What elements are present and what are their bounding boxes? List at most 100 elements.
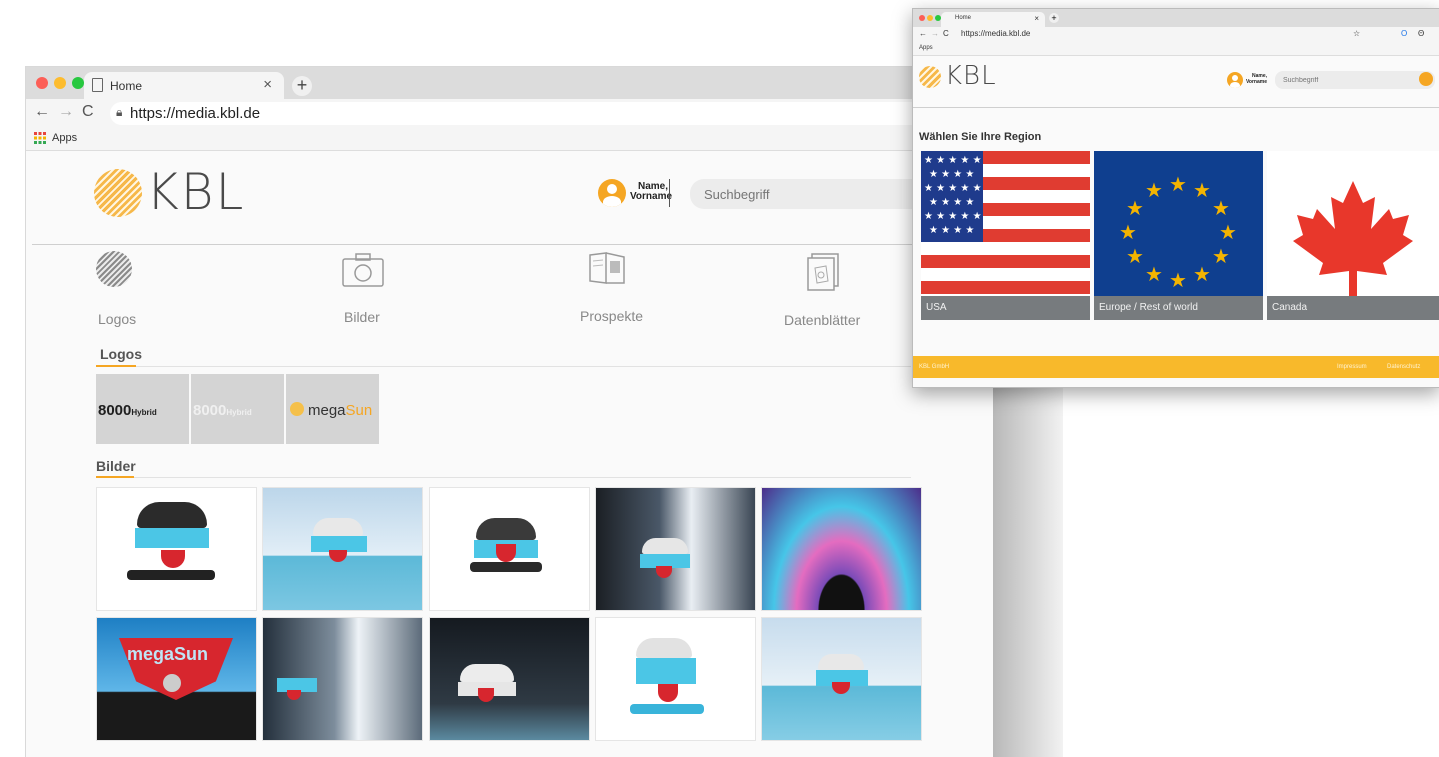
category-bilder[interactable]: Bilder [344, 309, 380, 325]
reload-icon[interactable]: C [82, 103, 94, 121]
maple-leaf-icon [1267, 151, 1439, 320]
user-first-name: Vorname [630, 191, 673, 202]
logos-category-icon[interactable] [96, 251, 132, 287]
footer-datenschutz-link[interactable]: Datenschutz [1387, 364, 1420, 370]
user-avatar-icon[interactable] [1227, 72, 1243, 88]
page-icon [92, 78, 103, 92]
apps-link[interactable]: Apps [52, 132, 77, 144]
logo-tile-number: 8000 [193, 402, 227, 419]
forward-arrow-icon[interactable]: → [931, 29, 939, 38]
svg-text:★ ★ ★ ★: ★ ★ ★ ★ [929, 169, 974, 180]
close-tab-icon[interactable]: × [1034, 14, 1039, 23]
close-window-icon[interactable] [36, 77, 48, 89]
region-canada-card[interactable]: Canada [1267, 151, 1439, 320]
image-tile[interactable] [595, 617, 756, 741]
image-tile[interactable] [429, 617, 590, 741]
page-content: KBL Name, Vorname Logos Bilder Prospekte [26, 151, 993, 757]
back-arrow-icon[interactable]: ← [919, 29, 927, 38]
category-datenblaetter[interactable]: Datenblätter [784, 312, 860, 328]
close-window-icon[interactable] [919, 15, 925, 21]
url-text[interactable]: https://media.kbl.de [961, 29, 1030, 38]
logo-tile-suffix: Hybrid [131, 408, 157, 417]
image-tile[interactable] [761, 487, 922, 611]
tab-title: Home [110, 79, 143, 93]
footer-company: KBL GmbH [919, 364, 950, 370]
header-divider [32, 244, 993, 245]
tab-strip: Home × + [26, 67, 993, 99]
back-arrow-icon[interactable]: ← [34, 103, 50, 121]
megasun-overlay-text: megaSun [127, 644, 209, 664]
region-heading: Wählen Sie Ihre Region [919, 131, 1042, 143]
datasheet-icon[interactable] [806, 253, 840, 291]
divider [669, 179, 670, 207]
tab-title: Home [955, 15, 972, 21]
header-divider [913, 107, 1439, 108]
svg-text:★: ★ [1193, 178, 1211, 202]
user-avatar-icon[interactable] [598, 179, 626, 207]
kbl-logo-text[interactable]: KBL [945, 61, 997, 91]
image-tile[interactable] [595, 487, 756, 611]
forward-arrow-icon[interactable]: → [58, 103, 74, 121]
category-logos[interactable]: Logos [98, 311, 136, 327]
minimize-window-icon[interactable] [54, 77, 66, 89]
image-tile[interactable] [262, 617, 423, 741]
minimize-window-icon[interactable] [927, 15, 933, 21]
image-tile[interactable]: megaSun [96, 617, 257, 741]
svg-text:★: ★ [1145, 262, 1163, 286]
region-europe-card[interactable]: ★ ★ ★ ★ ★ ★ ★ ★ ★ ★ ★ ★ Europe / Rest of… [1094, 151, 1263, 320]
logo-tile-text: 8000Hybrid [98, 402, 157, 419]
address-bar: ← → C https://media.kbl.de ☆ O Θ [913, 27, 1439, 43]
kbl-logo-icon[interactable] [94, 169, 142, 217]
account-icon[interactable]: Θ [1418, 29, 1424, 38]
bookmarks-bar: Apps [26, 128, 993, 151]
svg-text:★: ★ [1212, 244, 1230, 268]
apps-grid-icon[interactable] [34, 132, 46, 144]
bookmarks-bar: Apps [913, 43, 1439, 56]
svg-text:★ ★ ★ ★ ★: ★ ★ ★ ★ ★ [924, 211, 982, 222]
category-prospekte[interactable]: Prospekte [580, 308, 643, 324]
apps-link[interactable]: Apps [919, 45, 933, 51]
search-input[interactable] [1275, 71, 1435, 89]
svg-text:★: ★ [1126, 196, 1144, 220]
image-tile[interactable] [96, 487, 257, 611]
region-europe-label: Europe / Rest of world [1094, 296, 1263, 320]
bookmark-star-icon[interactable]: ☆ [1353, 29, 1360, 38]
reload-icon[interactable]: C [943, 29, 949, 38]
user-name[interactable]: Name, Vorname [1245, 73, 1267, 85]
brochure-icon[interactable] [588, 251, 626, 285]
footer-impressum-link[interactable]: Impressum [1337, 364, 1367, 370]
image-tile[interactable] [761, 617, 922, 741]
region-usa-label: USA [921, 296, 1090, 320]
svg-text:★: ★ [1119, 220, 1137, 244]
svg-text:★: ★ [1212, 196, 1230, 220]
close-tab-icon[interactable]: × [263, 76, 272, 93]
kbl-logo-text[interactable]: KBL [146, 163, 245, 221]
svg-text:★: ★ [1219, 220, 1237, 244]
extension-icon[interactable]: O [1401, 29, 1407, 38]
window-shadow [993, 385, 1063, 757]
search-button[interactable] [1419, 72, 1433, 86]
region-usa-card[interactable]: ★ ★ ★ ★ ★ ★ ★ ★ ★ ★ ★ ★ ★ ★ ★ ★ ★ ★ ★ ★ … [921, 151, 1090, 320]
new-tab-button[interactable]: + [292, 76, 312, 96]
svg-text:★ ★ ★ ★: ★ ★ ★ ★ [929, 197, 974, 208]
tab-home[interactable]: Home × [84, 72, 284, 99]
tab-home[interactable]: Home × [941, 12, 1045, 27]
logo-tile-text: megaSun [308, 402, 372, 419]
logo-tile-8000-hybrid-light[interactable]: 8000Hybrid [191, 374, 284, 444]
maximize-window-icon[interactable] [72, 77, 84, 89]
logo-tile-megasun[interactable]: megaSun [286, 374, 379, 444]
url-text: https://media.kbl.de [130, 105, 261, 122]
section-accent [96, 365, 136, 367]
url-field[interactable]: 🔒︎ https://media.kbl.de ☆ [110, 102, 990, 125]
image-tile[interactable] [429, 487, 590, 611]
region-canada-label: Canada [1267, 296, 1439, 320]
user-name[interactable]: Name, Vorname [630, 182, 673, 202]
image-tile[interactable] [262, 487, 423, 611]
svg-text:★: ★ [1169, 268, 1187, 292]
svg-text:★ ★ ★ ★ ★: ★ ★ ★ ★ ★ [924, 183, 982, 194]
logo-tile-8000-hybrid[interactable]: 8000Hybrid [96, 374, 189, 444]
kbl-logo-icon[interactable] [919, 66, 941, 88]
region-browser-window: Home × + ← → C https://media.kbl.de ☆ O … [912, 8, 1439, 388]
new-tab-button[interactable]: + [1049, 13, 1059, 23]
camera-icon[interactable] [342, 253, 384, 287]
